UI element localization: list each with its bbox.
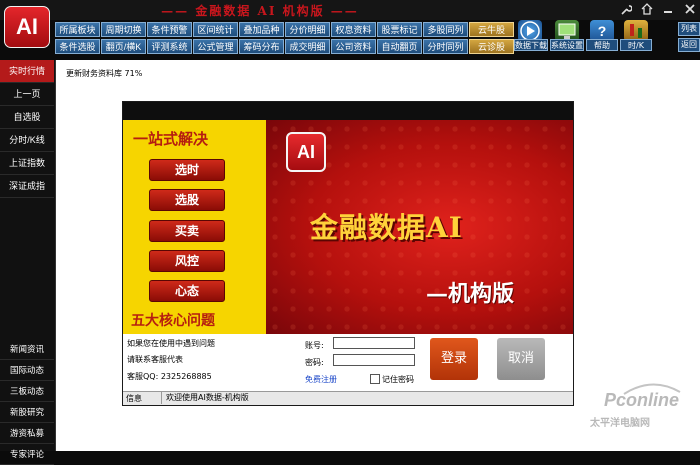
menu-auto-page[interactable]: 自动翻页 — [377, 39, 422, 54]
edition-label: —机构版 — [426, 281, 515, 307]
feature-panel: 一站式解决 选时 选股 买卖 风控 心态 五大核心问题 — [123, 120, 266, 334]
toolbar-label-settings[interactable]: 系统设置 — [550, 39, 584, 51]
toolbar-label-download[interactable]: 数据下载 — [514, 39, 548, 51]
sidebar-item-third-board[interactable]: 三板动态 — [0, 381, 54, 402]
menu-range-stats[interactable]: 区间统计 — [193, 22, 238, 37]
ai-badge: AI — [286, 132, 326, 172]
login-form: 如果您在使用中遇到问题 请联系客服代表 客服QQ: 2325268885 账号:… — [123, 334, 573, 391]
remember-label: 记住密码 — [382, 375, 414, 384]
back-button[interactable]: 返回 — [678, 38, 700, 52]
feature-footer: 五大核心问题 — [131, 313, 215, 329]
menu-cloud-bull[interactable]: 云牛股 — [469, 22, 514, 37]
menu-period-switch[interactable]: 周期切换 — [101, 22, 146, 37]
feature-title: 一站式解决 — [133, 130, 209, 148]
svg-text:?: ? — [598, 23, 607, 39]
help-line-2: 请联系客服代表 — [127, 355, 183, 364]
login-dialog: 一站式解决 选时 选股 买卖 风控 心态 五大核心问题 AI 金融数据AI —机… — [122, 101, 574, 406]
menu-condition-select[interactable]: 条件选股 — [55, 39, 100, 54]
menu-cloud-diagnose[interactable]: 云诊股 — [469, 39, 514, 54]
feature-timing: 选时 — [149, 159, 225, 181]
help-line-1: 如果您在使用中遇到问题 — [127, 339, 215, 348]
feature-trade: 买卖 — [149, 220, 225, 242]
sidebar-item-shenzhen-index[interactable]: 深证成指 — [0, 175, 54, 198]
register-link[interactable]: 免费注册 — [305, 374, 337, 385]
sidebar-item-hot-money[interactable]: 游资私募 — [0, 423, 54, 444]
home-icon[interactable] — [641, 3, 653, 15]
cancel-button[interactable]: 取消 — [497, 338, 545, 380]
sidebar: 实时行情 上一页 自选股 分时/K线 上证指数 深证成指 新闻资讯 国际动态 三… — [0, 60, 56, 465]
menu-page-k[interactable]: 翻页/横K — [101, 39, 146, 54]
menu-price-detail[interactable]: 分价明细 — [285, 22, 330, 37]
menu-formula-manage[interactable]: 公式管理 — [193, 39, 238, 54]
menu-multi-stock[interactable]: 多股同列 — [423, 22, 468, 37]
window-title: —— 金融数据 AI 机构版 —— — [161, 4, 359, 18]
info-bar: 信息 欢迎使用AI数据-机构版 — [123, 391, 573, 405]
sidebar-item-expert[interactable]: 专家评论 — [0, 444, 54, 465]
title-bar: —— 金融数据 AI 机构版 —— — [0, 0, 700, 20]
password-label: 密码: — [305, 358, 324, 367]
remember-checkbox[interactable] — [370, 374, 380, 384]
menu-overlay[interactable]: 叠加品种 — [239, 22, 284, 37]
sidebar-item-news[interactable]: 新闻资讯 — [0, 339, 54, 360]
dialog-banner: 一站式解决 选时 选股 买卖 风控 心态 五大核心问题 AI 金融数据AI —机… — [123, 120, 573, 334]
brand-title: 金融数据AI — [310, 211, 463, 244]
menu-eval-system[interactable]: 评测系统 — [147, 39, 192, 54]
watermark-sub: 太平洋电脑网 — [590, 418, 650, 429]
support-qq: 客服QQ: 2325268885 — [127, 372, 212, 381]
sidebar-item-watchlist[interactable]: 自选股 — [0, 106, 54, 129]
account-label: 账号: — [305, 341, 324, 350]
sidebar-bottom: 新闻资讯 国际动态 三板动态 新股研究 游资私募 专家评论 — [0, 339, 54, 465]
sidebar-item-timeshare-k[interactable]: 分时/K线 — [0, 129, 54, 152]
sidebar-item-shanghai-index[interactable]: 上证指数 — [0, 152, 54, 175]
dialog-titlebar — [123, 102, 573, 120]
status-text: 更新财务资料库 71% — [66, 69, 143, 78]
sidebar-item-prev-page[interactable]: 上一页 — [0, 83, 54, 106]
menu-rights-info[interactable]: 权息资料 — [331, 22, 376, 37]
wrench-icon[interactable] — [620, 4, 632, 16]
list-button[interactable]: 列表 — [678, 22, 700, 36]
menu-condition-alert[interactable]: 条件预警 — [147, 22, 192, 37]
feature-risk: 风控 — [149, 250, 225, 272]
sidebar-item-realtime[interactable]: 实时行情 — [0, 60, 54, 83]
account-input[interactable] — [333, 337, 415, 349]
watermark-main: Pconline — [604, 390, 680, 410]
menu-company-info[interactable]: 公司资料 — [331, 39, 376, 54]
password-input[interactable] — [333, 354, 415, 366]
app-logo: AI — [4, 6, 50, 48]
feature-stock-pick: 选股 — [149, 189, 225, 211]
menu-trade-detail[interactable]: 成交明细 — [285, 39, 330, 54]
sidebar-item-international[interactable]: 国际动态 — [0, 360, 54, 381]
sidebar-item-ipo-research[interactable]: 新股研究 — [0, 402, 54, 423]
menu-sector[interactable]: 所属板块 — [55, 22, 100, 37]
info-label: 信息 — [126, 394, 142, 403]
menu-chip-distribution[interactable]: 筹码分布 — [239, 39, 284, 54]
toolbar-label-help[interactable]: 帮助 — [586, 39, 618, 51]
menu-stock-mark[interactable]: 股票标记 — [377, 22, 422, 37]
info-message: 欢迎使用AI数据-机构版 — [161, 392, 466, 404]
feature-mindset: 心态 — [149, 280, 225, 302]
toolbar-label-kline[interactable]: 时/K — [620, 39, 652, 51]
login-button[interactable]: 登录 — [430, 338, 478, 380]
brand-panel: AI 金融数据AI —机构版 — [266, 120, 573, 334]
menu-timeshare-list[interactable]: 分时同列 — [423, 39, 468, 54]
watermark: Pconline 太平洋电脑网 — [582, 380, 700, 451]
close-icon[interactable] — [684, 3, 696, 15]
minimize-icon[interactable] — [662, 3, 674, 15]
